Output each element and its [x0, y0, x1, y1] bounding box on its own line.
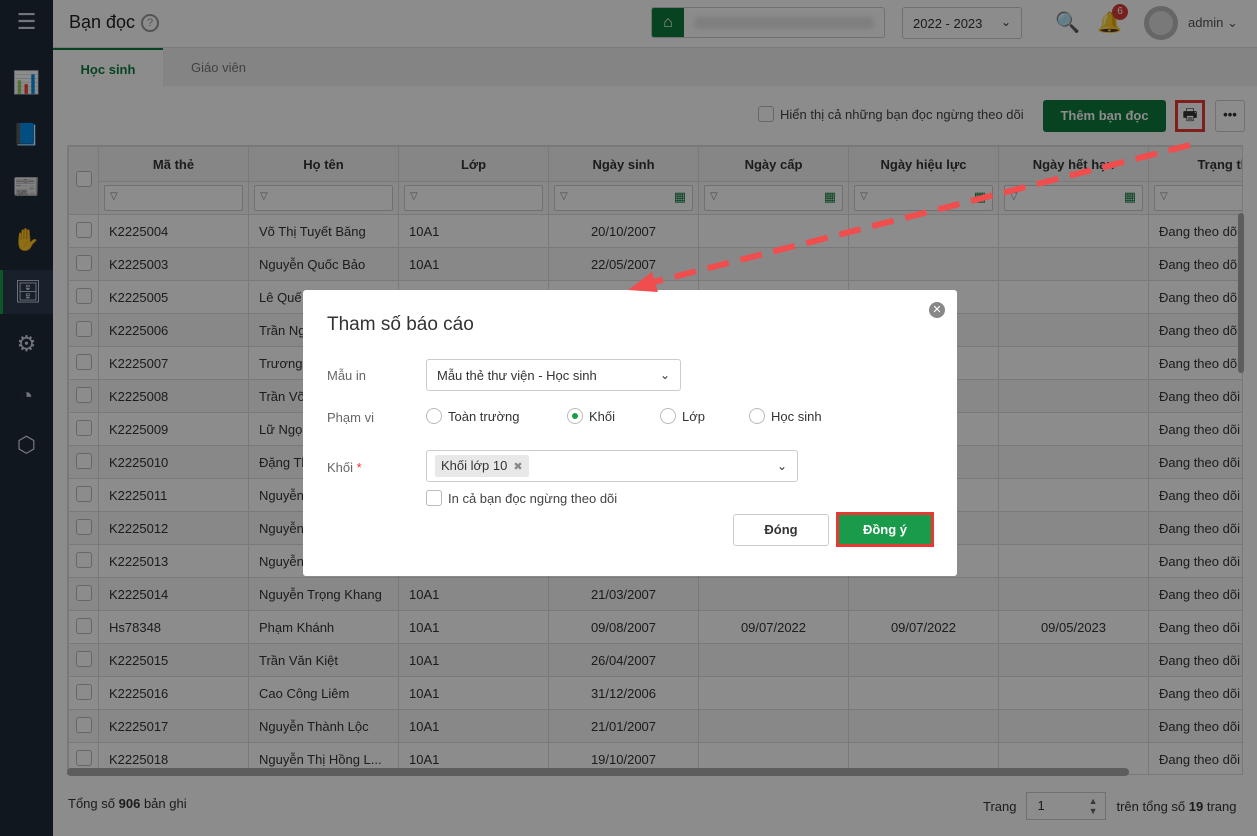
confirm-button[interactable]: Đồng ý	[836, 512, 934, 547]
radio-label: Lớp	[682, 408, 705, 424]
close-button[interactable]: Đóng	[733, 514, 829, 546]
scope-option-toan-truong[interactable]: Toàn trường	[426, 408, 519, 424]
radio-label: Khối	[589, 408, 616, 424]
close-icon[interactable]: ✕	[929, 302, 945, 318]
template-value: Mẫu thẻ thư viện - Học sinh	[437, 368, 597, 383]
radio-circle[interactable]	[660, 408, 676, 424]
scope-option-lop[interactable]: Lớp	[660, 408, 705, 424]
scope-label: Phạm vi	[327, 410, 374, 425]
grade-multiselect[interactable]: Khối lớp 10 ✖ ⌄	[426, 450, 798, 482]
radio-label: Học sinh	[771, 408, 822, 424]
chevron-down-icon: ⌄	[776, 459, 787, 473]
include-inactive-label: In cả bạn đọc ngừng theo dõi	[448, 490, 618, 506]
grade-tag: Khối lớp 10 ✖	[435, 455, 529, 477]
radio-circle[interactable]	[749, 408, 765, 424]
required-marker: *	[356, 460, 362, 475]
remove-tag-icon[interactable]: ✖	[513, 461, 522, 473]
include-inactive-checkbox[interactable]	[426, 490, 442, 506]
radio-circle[interactable]	[426, 408, 442, 424]
radio-label: Toàn trường	[448, 408, 520, 424]
grade-label: Khối *	[327, 460, 362, 475]
dialog-title: Tham số báo cáo	[327, 314, 474, 335]
grade-label-text: Khối	[327, 460, 354, 475]
scope-option-khoi[interactable]: Khối	[567, 408, 615, 424]
scope-option-hoc-sinh[interactable]: Học sinh	[749, 408, 822, 424]
grade-tag-label: Khối lớp 10	[441, 458, 508, 473]
template-label: Mẫu in	[327, 368, 367, 383]
report-params-dialog: Tham số báo cáo ✕ Mẫu in Mẫu thẻ thư việ…	[303, 290, 957, 576]
include-inactive-toggle[interactable]: In cả bạn đọc ngừng theo dõi	[426, 490, 617, 506]
radio-circle-selected[interactable]	[567, 408, 583, 424]
chevron-down-icon: ⌄	[659, 368, 670, 382]
template-select[interactable]: Mẫu thẻ thư viện - Học sinh ⌄	[426, 359, 681, 391]
